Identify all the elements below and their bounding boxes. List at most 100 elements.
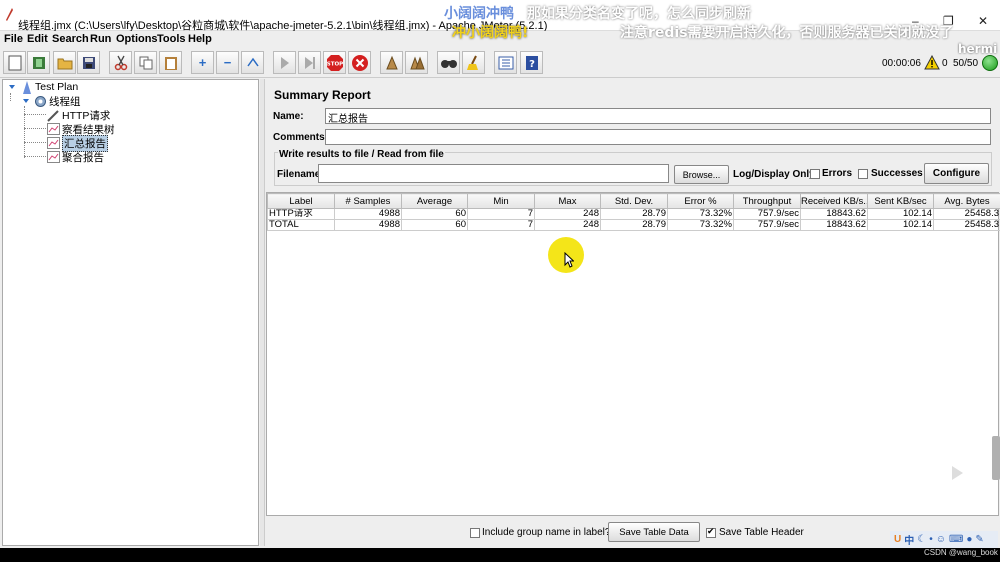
table-header-row: Label # Samples Average Min Max Std. Dev… <box>267 193 1000 209</box>
user-icon[interactable]: ● <box>966 534 972 545</box>
menu-edit[interactable]: Edit <box>27 33 48 45</box>
tree-connector <box>24 142 46 143</box>
gear-icon <box>34 95 47 108</box>
search-binoculars-icon[interactable] <box>437 51 460 74</box>
toolbar: + − STOP ? 00:00:06 0 50/50 <box>0 48 1000 78</box>
tree-connector <box>24 156 46 157</box>
errors-checkbox[interactable] <box>810 169 820 179</box>
collapse-icon[interactable]: − <box>216 51 239 74</box>
dot-icon[interactable]: • <box>929 534 933 545</box>
column-header[interactable]: Throughput <box>733 193 801 209</box>
listener-chart-icon <box>47 151 60 164</box>
paste-icon[interactable] <box>159 51 182 74</box>
filename-field[interactable] <box>318 164 669 183</box>
menu-help[interactable]: Help <box>188 33 212 45</box>
templates-icon[interactable] <box>27 51 50 74</box>
save-icon[interactable] <box>77 51 100 74</box>
shutdown-icon[interactable] <box>348 51 371 74</box>
warning-icon[interactable] <box>924 55 940 70</box>
menu-tools[interactable]: Tools <box>157 33 186 45</box>
table-cell: 28.79 <box>600 208 668 220</box>
comments-field[interactable] <box>325 129 991 145</box>
start-icon[interactable] <box>273 51 296 74</box>
summary-report-panel: Summary Report Name: 汇总报告 Comments: Writ… <box>264 79 1000 546</box>
tree-node-http-request[interactable]: HTTP请求 <box>47 108 110 122</box>
emoji-icon[interactable]: ☺ <box>936 534 946 545</box>
ime-language[interactable]: 中 <box>904 532 914 547</box>
panel-title: Summary Report <box>274 88 371 102</box>
play-icon <box>952 466 963 480</box>
column-header[interactable]: Max <box>534 193 601 209</box>
copy-icon[interactable] <box>134 51 157 74</box>
column-header[interactable]: Error % <box>667 193 734 209</box>
clear-icon[interactable] <box>380 51 403 74</box>
save-table-data-button[interactable]: Save Table Data <box>608 522 700 542</box>
tree-connector <box>10 93 11 101</box>
caption-line-2: 注意redis需要开启持久化，否则服务器已关闭就没了 <box>620 25 954 41</box>
save-table-header-checkbox[interactable] <box>706 526 716 538</box>
table-cell: 73.32% <box>667 219 734 231</box>
open-folder-icon[interactable] <box>53 51 76 74</box>
caption-corner: hermi <box>958 42 998 56</box>
column-header[interactable]: Avg. Bytes <box>933 193 1000 209</box>
settings-icon[interactable]: ✎ <box>975 534 983 545</box>
include-group-checkbox[interactable] <box>470 528 480 538</box>
running-indicator-icon <box>982 55 998 71</box>
moon-icon[interactable]: ☾ <box>917 534 926 545</box>
table-row[interactable]: TOTAL 4988 60 7 248 28.79 73.32% 757.9/s… <box>267 219 1000 231</box>
menu-search[interactable]: Search <box>52 33 89 45</box>
help-icon[interactable]: ? <box>520 51 543 74</box>
table-cell: 28.79 <box>600 219 668 231</box>
write-results-title: Write results to file / Read from file <box>278 149 445 160</box>
table-row[interactable]: HTTP请求 4988 60 7 248 28.79 73.32% 757.9/… <box>267 208 1000 220</box>
close-button[interactable]: ✕ <box>978 14 988 28</box>
menu-file[interactable]: File <box>4 33 23 45</box>
table-cell: TOTAL <box>267 219 335 231</box>
mouse-cursor-icon <box>564 252 574 268</box>
column-header[interactable]: Std. Dev. <box>600 193 668 209</box>
column-header[interactable]: # Samples <box>334 193 402 209</box>
tree-toggle-icon[interactable] <box>19 95 32 108</box>
menu-options[interactable]: Options <box>116 33 158 45</box>
toggle-icon[interactable] <box>241 51 264 74</box>
menu-run[interactable]: Run <box>90 33 111 45</box>
tree-toggle-icon[interactable] <box>5 81 18 94</box>
successes-checkbox[interactable] <box>858 169 868 179</box>
configure-button[interactable]: Configure <box>924 163 989 184</box>
table-cell: 18843.62 <box>800 208 868 220</box>
browse-button[interactable]: Browse... <box>674 165 729 184</box>
keyboard-icon[interactable]: ⌨ <box>949 534 963 545</box>
tree-node-thread-group[interactable]: 线程组 <box>19 94 81 108</box>
side-scroll-handle[interactable] <box>992 436 1000 480</box>
successes-label: Successes <box>871 168 923 179</box>
column-header[interactable]: Label <box>267 193 335 209</box>
expand-icon[interactable]: + <box>191 51 214 74</box>
table-cell: 248 <box>534 219 601 231</box>
tree-node-test-plan[interactable]: Test Plan <box>5 80 78 94</box>
filename-label: Filename <box>277 169 321 180</box>
cut-icon[interactable] <box>109 51 132 74</box>
function-helper-icon[interactable] <box>494 51 517 74</box>
svg-text:STOP: STOP <box>326 61 342 67</box>
table-cell: 7 <box>467 219 535 231</box>
tree-node-label: HTTP请求 <box>62 109 111 122</box>
table-cell: 102.14 <box>867 208 934 220</box>
summary-table[interactable]: Label # Samples Average Min Max Std. Dev… <box>266 192 1000 516</box>
clear-all-icon[interactable] <box>405 51 428 74</box>
column-header[interactable]: Received KB/s... <box>800 193 868 209</box>
tree-node-summary-report[interactable]: 汇总报告 <box>47 134 108 152</box>
tree-node-aggregate-report[interactable]: 聚合报告 <box>47 150 104 164</box>
column-header[interactable]: Min <box>467 193 535 209</box>
reset-search-broom-icon[interactable] <box>462 51 485 74</box>
start-no-pause-icon[interactable] <box>298 51 321 74</box>
column-header[interactable]: Sent KB/sec <box>867 193 934 209</box>
column-header[interactable]: Average <box>401 193 468 209</box>
video-play-button[interactable] <box>939 456 975 490</box>
include-group-label: Include group name in label? <box>482 527 611 538</box>
ime-logo-icon[interactable]: U <box>894 534 901 545</box>
sampler-pen-icon <box>47 109 60 122</box>
stop-icon[interactable]: STOP <box>323 51 346 74</box>
new-icon[interactable] <box>3 51 26 74</box>
name-field[interactable]: 汇总报告 <box>325 108 991 125</box>
elapsed-time: 00:00:06 <box>882 58 921 69</box>
